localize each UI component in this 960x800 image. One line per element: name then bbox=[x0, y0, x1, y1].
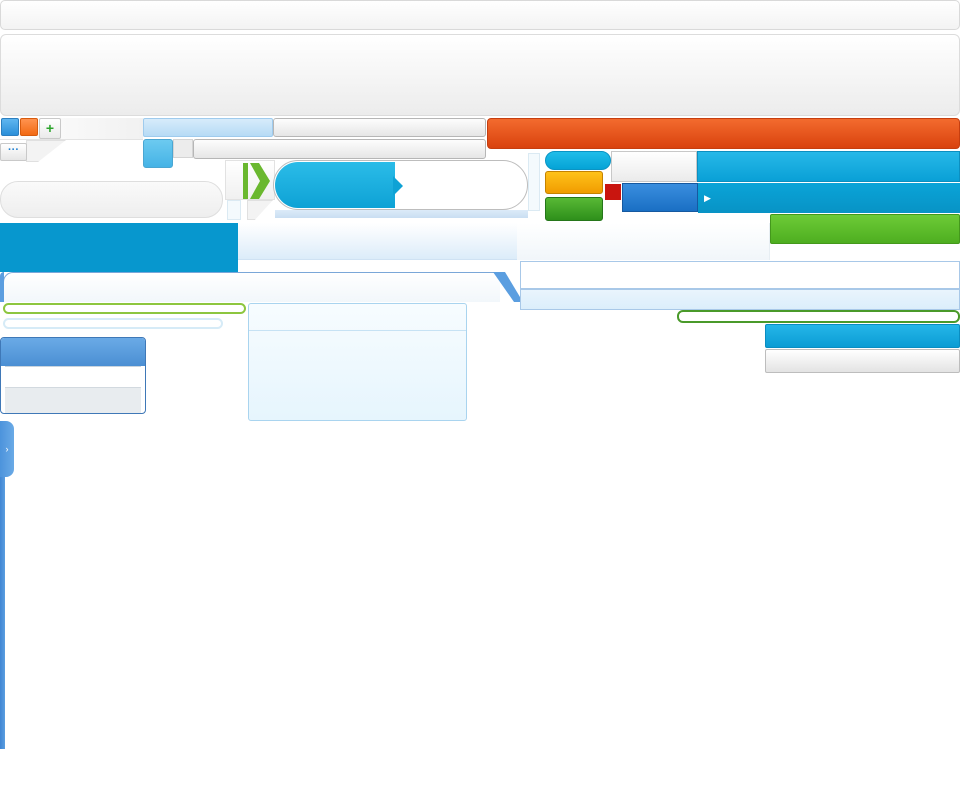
green-input-field[interactable] bbox=[3, 303, 246, 314]
orange-action-bar[interactable] bbox=[487, 118, 960, 149]
blue-header-block bbox=[0, 223, 238, 272]
search-field[interactable] bbox=[0, 181, 223, 218]
green-button[interactable] bbox=[545, 197, 603, 221]
more-dots-icon: ··· bbox=[8, 144, 19, 156]
dialog-row[interactable] bbox=[5, 388, 141, 413]
small-tab-skew bbox=[247, 200, 273, 220]
cyan-bar[interactable] bbox=[697, 151, 960, 182]
double-chevron-right-icon bbox=[243, 163, 270, 199]
light-input-field[interactable] bbox=[3, 318, 223, 329]
step-arrow-icon bbox=[393, 176, 403, 196]
white-button[interactable] bbox=[611, 151, 697, 182]
small-tab-left bbox=[227, 200, 241, 220]
content-tab[interactable] bbox=[3, 272, 500, 302]
more-options-button[interactable]: ··· bbox=[0, 143, 27, 161]
text-input-bar[interactable] bbox=[273, 118, 486, 137]
yellow-button[interactable] bbox=[545, 171, 603, 194]
pill-side-strip bbox=[528, 153, 540, 211]
pale-gradient-band bbox=[517, 223, 770, 260]
blue-button[interactable] bbox=[622, 183, 698, 212]
cyan-dropdown-bar[interactable]: ▶ bbox=[698, 183, 960, 213]
gray-icon-button[interactable] bbox=[173, 139, 193, 158]
blue-square-button[interactable] bbox=[1, 118, 19, 136]
chevron-right-icon: › bbox=[5, 444, 9, 454]
next-step-box[interactable] bbox=[225, 160, 275, 200]
top-toolbar-strip bbox=[0, 0, 960, 30]
selected-tab-bar[interactable] bbox=[143, 118, 273, 137]
red-square-indicator bbox=[605, 184, 621, 200]
secondary-input-bar[interactable] bbox=[193, 139, 486, 159]
add-button[interactable]: + bbox=[39, 118, 61, 139]
step-progress-fill bbox=[275, 162, 395, 208]
tab-corner-decoration bbox=[26, 140, 66, 162]
orange-square-button[interactable] bbox=[20, 118, 38, 136]
gray-right-button[interactable] bbox=[765, 349, 960, 373]
header-banner bbox=[0, 34, 960, 116]
dialog-row-selected[interactable] bbox=[5, 366, 141, 388]
info-panel bbox=[248, 303, 467, 421]
info-panel-header bbox=[249, 304, 466, 331]
cyan-right-button[interactable] bbox=[765, 324, 960, 348]
tab-left-edge bbox=[0, 272, 4, 302]
right-panel-header bbox=[520, 261, 960, 289]
pill-shadow-strip bbox=[275, 210, 528, 218]
light-gradient-band bbox=[238, 223, 517, 260]
play-arrow-icon: ▶ bbox=[704, 193, 711, 203]
side-panel-toggle[interactable]: › bbox=[0, 421, 14, 477]
dialog-title-bar[interactable] bbox=[1, 338, 145, 366]
cyan-pill-button[interactable] bbox=[545, 151, 611, 170]
cyan-icon-button[interactable] bbox=[143, 139, 173, 168]
green-action-bar[interactable] bbox=[770, 214, 960, 244]
dialog-box bbox=[0, 337, 146, 414]
dark-green-input-field[interactable] bbox=[677, 310, 960, 323]
plus-icon: + bbox=[45, 120, 55, 136]
right-panel-row[interactable] bbox=[520, 289, 960, 310]
